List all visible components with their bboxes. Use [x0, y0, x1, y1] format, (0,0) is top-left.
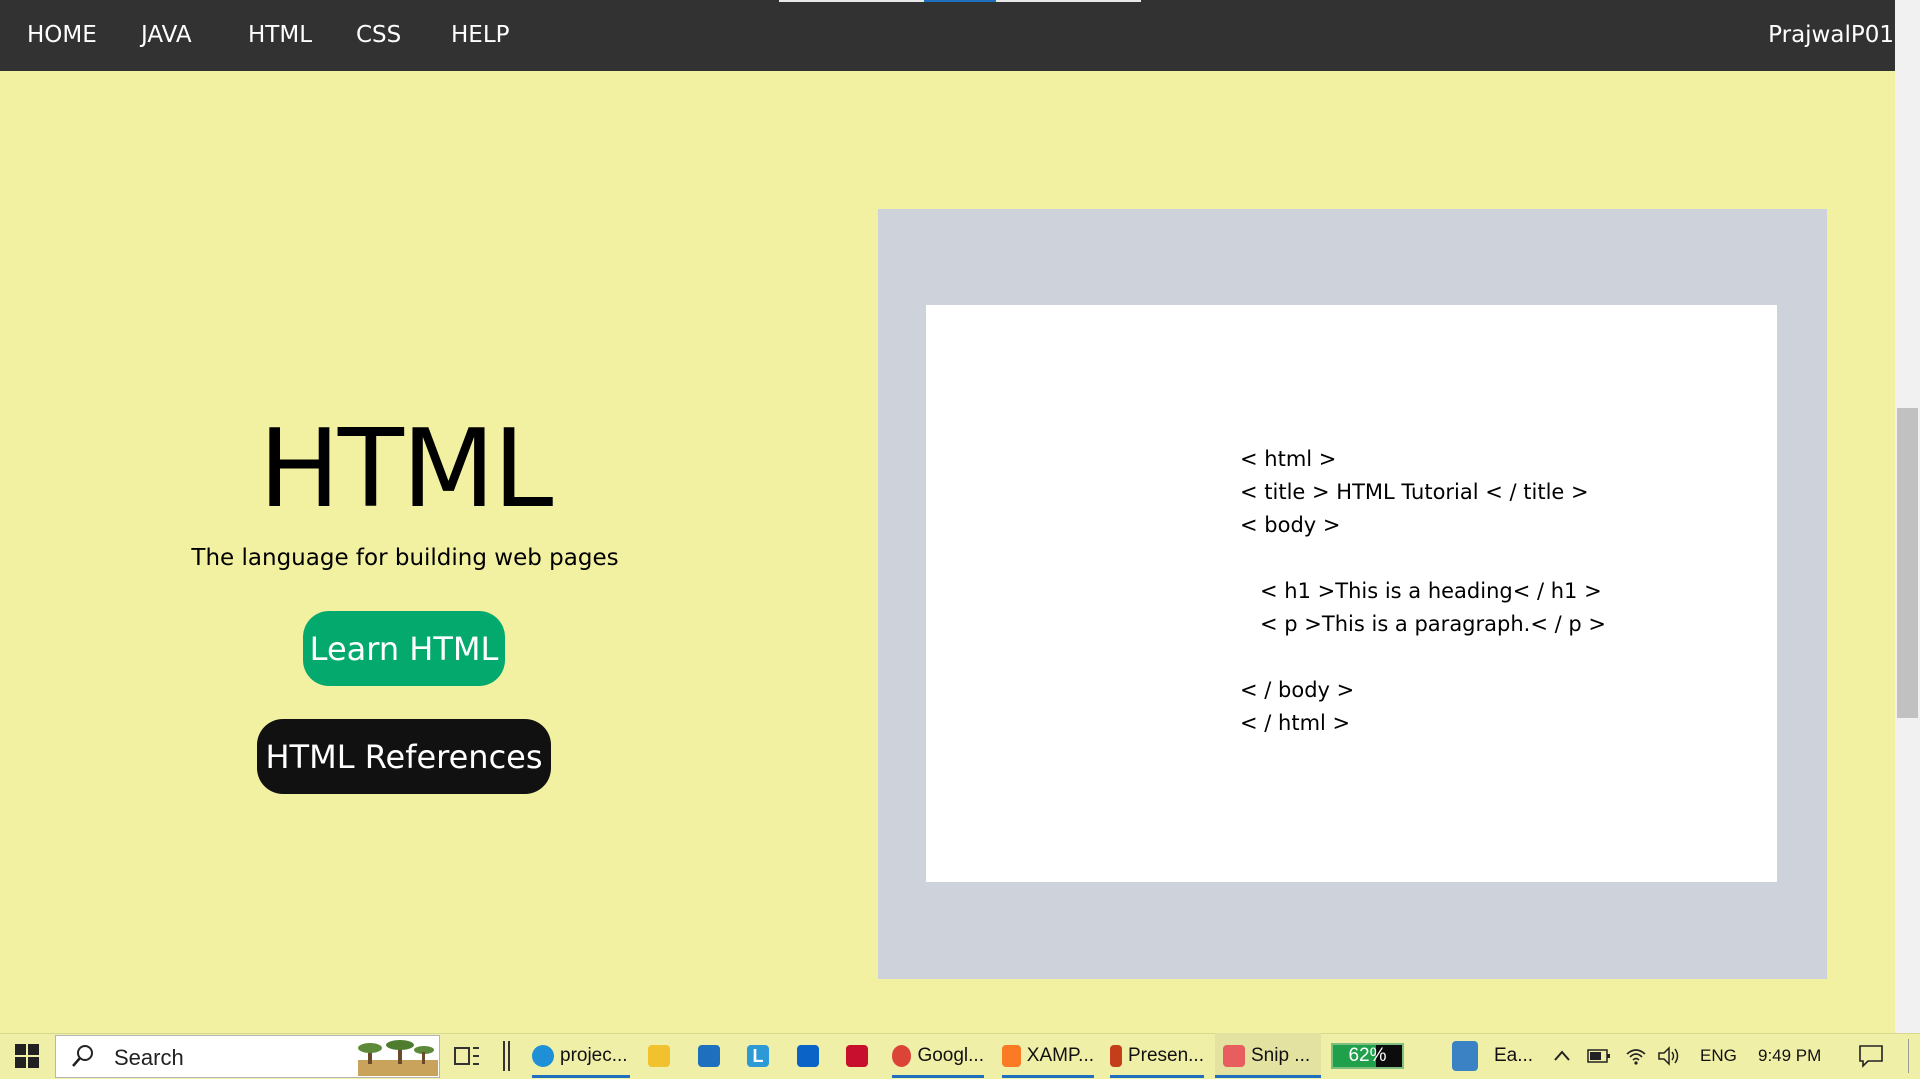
weather-label: Ea... — [1494, 1044, 1534, 1066]
show-desktop-button[interactable] — [1908, 1033, 1909, 1078]
volume-icon[interactable] — [1657, 1033, 1681, 1078]
file-explorer-icon — [648, 1044, 670, 1067]
search-icon — [70, 1033, 96, 1078]
taskbar-app-mail[interactable] — [698, 1033, 726, 1078]
taskbar-app-snip[interactable]: Snip ... — [1215, 1033, 1321, 1078]
nav-java[interactable]: JAVA — [141, 0, 192, 71]
mcafee-icon — [846, 1044, 868, 1067]
nav-help[interactable]: HELP — [451, 0, 510, 71]
launcher-l-icon: L — [747, 1044, 769, 1067]
code-line: < / html > — [1240, 711, 1351, 735]
code-line: < p >This is a paragraph.< / p > — [1240, 612, 1606, 636]
taskbar-app-mcafee[interactable] — [846, 1033, 874, 1078]
chrome-icon — [892, 1044, 912, 1067]
taskbar-app-powerpoint[interactable]: Presen... — [1110, 1033, 1204, 1078]
taskbar-app-chrome[interactable]: Googl... — [892, 1033, 984, 1078]
code-line: < h1 >This is a heading< / h1 > — [1240, 579, 1602, 603]
battery-percent: 62% — [1348, 1045, 1387, 1066]
search-highlight-icon — [358, 1033, 438, 1078]
taskbar-app-label: XAMP... — [1026, 1044, 1094, 1066]
nav-home[interactable]: HOME — [27, 0, 97, 71]
taskbar-app-label: projec... — [560, 1044, 628, 1066]
input-language[interactable]: ENG — [1700, 1033, 1737, 1078]
task-view-button[interactable] — [453, 1033, 481, 1078]
taskbar-app-edge[interactable]: projec... — [532, 1033, 630, 1078]
edge-icon — [532, 1044, 554, 1067]
powerpoint-icon — [1110, 1044, 1122, 1067]
windows-logo-icon — [15, 1043, 39, 1068]
weather-widget[interactable]: Ea... — [1452, 1033, 1533, 1078]
taskbar-divider — [503, 1033, 510, 1078]
weather-icon — [1452, 1040, 1478, 1071]
page-scrollbar-thumb[interactable] — [1897, 408, 1918, 718]
wifi-icon[interactable] — [1625, 1033, 1647, 1078]
nav-user-link[interactable]: PrajwalP01 — [1768, 0, 1894, 71]
hero-title: HTML — [258, 407, 554, 532]
xampp-icon — [1002, 1044, 1021, 1067]
code-line: < body > — [1240, 513, 1341, 537]
taskbar-app-file-explorer[interactable] — [648, 1033, 676, 1078]
taskbar-app-label: Googl... — [917, 1044, 984, 1066]
show-hidden-icons-button[interactable] — [1552, 1033, 1572, 1078]
task-view-icon — [454, 1046, 479, 1065]
outlook-icon — [797, 1044, 819, 1067]
nav-html[interactable]: HTML — [248, 0, 312, 71]
scroll-progress-thumb — [924, 0, 996, 2]
windows-start-button[interactable] — [12, 1033, 42, 1078]
notification-center-button[interactable] — [1858, 1033, 1884, 1078]
code-line: < / body > — [1240, 678, 1355, 702]
nav-css[interactable]: CSS — [356, 0, 401, 71]
code-line: < title > HTML Tutorial < / title > — [1240, 480, 1589, 504]
code-line: < html > — [1240, 447, 1337, 471]
hero-subtitle: The language for building web pages — [191, 545, 619, 571]
battery-widget[interactable]: 62% — [1331, 1043, 1404, 1069]
taskbar-app-label: Snip ... — [1251, 1044, 1311, 1066]
taskbar-clock[interactable]: 9:49 PM — [1758, 1033, 1821, 1078]
taskbar-app-xampp[interactable]: XAMP... — [1002, 1033, 1094, 1078]
battery-tray-icon[interactable] — [1587, 1033, 1611, 1078]
learn-html-button[interactable]: Learn HTML — [303, 611, 505, 686]
snip-icon — [1223, 1044, 1245, 1067]
taskbar-app-outlook[interactable] — [797, 1033, 825, 1078]
taskbar-search-label: Search — [114, 1045, 184, 1070]
chevron-up-icon — [1554, 1049, 1570, 1061]
notification-icon — [1859, 1044, 1883, 1068]
html-references-button[interactable]: HTML References — [257, 719, 551, 794]
mail-icon — [698, 1044, 720, 1067]
taskbar-app-launcher[interactable]: L — [747, 1033, 775, 1078]
taskbar-app-label: Presen... — [1127, 1044, 1204, 1066]
